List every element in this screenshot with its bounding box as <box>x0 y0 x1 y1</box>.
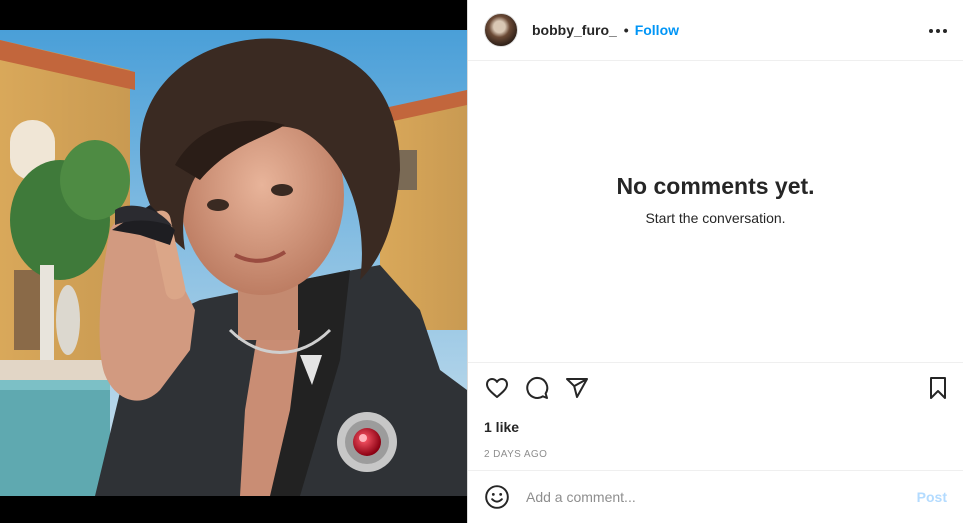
post-media <box>0 0 467 523</box>
comment-input[interactable] <box>524 488 917 506</box>
portrait-photo <box>0 30 467 496</box>
separator-dot: • <box>623 22 629 38</box>
post-header: bobby_furo_ • Follow <box>468 0 963 61</box>
comments-section: No comments yet. Start the conversation. <box>468 61 963 363</box>
likes-count[interactable]: 1 like <box>468 413 963 435</box>
brooch <box>337 412 397 472</box>
empty-comments-subtitle: Start the conversation. <box>645 210 786 226</box>
comment-icon[interactable] <box>524 375 550 401</box>
empty-comments-title: No comments yet. <box>616 173 815 199</box>
post-sidebar: bobby_furo_ • Follow No comments yet. St… <box>467 0 963 523</box>
add-comment-bar: Post <box>468 470 963 523</box>
bookmark-icon[interactable] <box>925 375 951 401</box>
post-dialog: bobby_furo_ • Follow No comments yet. St… <box>0 0 963 523</box>
more-horizontal-icon[interactable] <box>929 22 947 40</box>
username-link[interactable]: bobby_furo_ <box>532 22 617 38</box>
avatar[interactable] <box>484 13 518 47</box>
emoji-icon[interactable] <box>484 484 510 510</box>
follow-button[interactable]: Follow <box>635 22 679 38</box>
heart-icon[interactable] <box>484 375 510 401</box>
share-icon[interactable] <box>564 375 590 401</box>
post-timestamp[interactable]: 2 DAYS AGO <box>468 435 963 460</box>
post-comment-button[interactable]: Post <box>917 489 947 505</box>
action-bar <box>468 363 963 413</box>
post-photo[interactable] <box>0 30 467 496</box>
